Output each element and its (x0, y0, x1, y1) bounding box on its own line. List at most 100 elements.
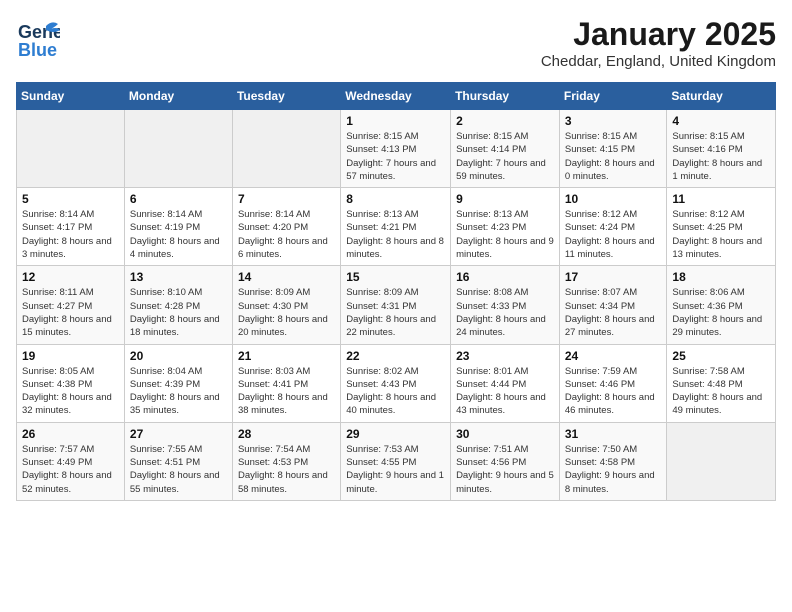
day-cell: 22 Sunrise: 8:02 AM Sunset: 4:43 PM Dayli… (341, 344, 451, 422)
day-cell: 9Sunrise: 8:13 AM Sunset: 4:23 PM Daylig… (451, 188, 560, 266)
day-info: Sunrise: 8:15 AM Sunset: 4:14 PM Dayligh… (456, 130, 554, 183)
day-number: 11 (672, 192, 770, 206)
day-number: 3 (565, 114, 662, 128)
day-cell: 30 Sunrise: 7:51 AM Sunset: 4:56 PM Dayli… (451, 422, 560, 500)
day-info: Sunrise: 8:07 AM Sunset: 4:34 PM Dayligh… (565, 286, 662, 339)
day-cell: 4 Sunrise: 8:15 AM Sunset: 4:16 PM Daylig… (667, 110, 776, 188)
day-number: 18 (672, 270, 770, 284)
day-number: 30 (456, 427, 554, 441)
day-cell: 15 Sunrise: 8:09 AM Sunset: 4:31 PM Dayli… (341, 266, 451, 344)
day-cell: 13Sunrise: 8:10 AM Sunset: 4:28 PM Dayli… (124, 266, 232, 344)
weekday-header-tuesday: Tuesday (232, 83, 340, 110)
day-number: 25 (672, 349, 770, 363)
day-info: Sunrise: 7:57 AM Sunset: 4:49 PM Dayligh… (22, 443, 119, 496)
day-info: Sunrise: 8:08 AM Sunset: 4:33 PM Dayligh… (456, 286, 554, 339)
week-row-5: 26Sunrise: 7:57 AM Sunset: 4:49 PM Dayli… (17, 422, 776, 500)
day-number: 5 (22, 192, 119, 206)
day-number: 16 (456, 270, 554, 284)
day-number: 2 (456, 114, 554, 128)
day-info: Sunrise: 8:05 AM Sunset: 4:38 PM Dayligh… (22, 365, 119, 418)
day-cell (124, 110, 232, 188)
day-info: Sunrise: 7:51 AM Sunset: 4:56 PM Dayligh… (456, 443, 554, 496)
day-info: Sunrise: 8:14 AM Sunset: 4:19 PM Dayligh… (130, 208, 227, 261)
svg-text:Blue: Blue (18, 40, 57, 60)
day-cell: 25 Sunrise: 7:58 AM Sunset: 4:48 PM Dayli… (667, 344, 776, 422)
day-info: Sunrise: 8:03 AM Sunset: 4:41 PM Dayligh… (238, 365, 335, 418)
day-info: Sunrise: 8:09 AM Sunset: 4:31 PM Dayligh… (346, 286, 445, 339)
day-cell: 19 Sunrise: 8:05 AM Sunset: 4:38 PM Dayli… (17, 344, 125, 422)
day-info: Sunrise: 8:10 AM Sunset: 4:28 PM Dayligh… (130, 286, 227, 339)
weekday-header-sunday: Sunday (17, 83, 125, 110)
day-cell: 5 Sunrise: 8:14 AM Sunset: 4:17 PM Daylig… (17, 188, 125, 266)
day-number: 23 (456, 349, 554, 363)
day-info: Sunrise: 8:12 AM Sunset: 4:24 PM Dayligh… (565, 208, 662, 261)
day-info: Sunrise: 7:50 AM Sunset: 4:58 PM Dayligh… (565, 443, 662, 496)
week-row-2: 5 Sunrise: 8:14 AM Sunset: 4:17 PM Daylig… (17, 188, 776, 266)
page-header: General Blue January 2025 Cheddar, Engla… (16, 16, 776, 70)
day-cell: 18Sunrise: 8:06 AM Sunset: 4:36 PM Dayli… (667, 266, 776, 344)
weekday-header-saturday: Saturday (667, 83, 776, 110)
day-cell: 1Sunrise: 8:15 AM Sunset: 4:13 PM Daylig… (341, 110, 451, 188)
day-cell: 12 Sunrise: 8:11 AM Sunset: 4:27 PM Dayli… (17, 266, 125, 344)
day-cell: 7 Sunrise: 8:14 AM Sunset: 4:20 PM Daylig… (232, 188, 340, 266)
day-number: 29 (346, 427, 445, 441)
day-cell: 29 Sunrise: 7:53 AM Sunset: 4:55 PM Dayli… (341, 422, 451, 500)
day-info: Sunrise: 8:04 AM Sunset: 4:39 PM Dayligh… (130, 365, 227, 418)
day-number: 19 (22, 349, 119, 363)
day-number: 6 (130, 192, 227, 206)
month-title: January 2025 (541, 16, 776, 53)
weekday-header-monday: Monday (124, 83, 232, 110)
day-cell: 16 Sunrise: 8:08 AM Sunset: 4:33 PM Dayli… (451, 266, 560, 344)
day-cell: 21 Sunrise: 8:03 AM Sunset: 4:41 PM Dayli… (232, 344, 340, 422)
logo: General Blue (16, 16, 60, 60)
day-number: 28 (238, 427, 335, 441)
day-cell: 24 Sunrise: 7:59 AM Sunset: 4:46 PM Dayli… (559, 344, 667, 422)
logo-icon: General Blue (16, 16, 60, 60)
day-cell: 3 Sunrise: 8:15 AM Sunset: 4:15 PM Daylig… (559, 110, 667, 188)
day-number: 27 (130, 427, 227, 441)
day-number: 17 (565, 270, 662, 284)
day-info: Sunrise: 8:01 AM Sunset: 4:44 PM Dayligh… (456, 365, 554, 418)
week-row-1: 1Sunrise: 8:15 AM Sunset: 4:13 PM Daylig… (17, 110, 776, 188)
calendar-table: SundayMondayTuesdayWednesdayThursdayFrid… (16, 82, 776, 501)
title-block: January 2025 Cheddar, England, United Ki… (541, 16, 776, 70)
day-cell: 17 Sunrise: 8:07 AM Sunset: 4:34 PM Dayli… (559, 266, 667, 344)
day-info: Sunrise: 8:15 AM Sunset: 4:15 PM Dayligh… (565, 130, 662, 183)
day-number: 7 (238, 192, 335, 206)
weekday-header-wednesday: Wednesday (341, 83, 451, 110)
day-number: 1 (346, 114, 445, 128)
day-info: Sunrise: 7:55 AM Sunset: 4:51 PM Dayligh… (130, 443, 227, 496)
day-cell: 31 Sunrise: 7:50 AM Sunset: 4:58 PM Dayli… (559, 422, 667, 500)
day-cell (17, 110, 125, 188)
day-number: 4 (672, 114, 770, 128)
day-number: 20 (130, 349, 227, 363)
day-number: 22 (346, 349, 445, 363)
day-info: Sunrise: 8:11 AM Sunset: 4:27 PM Dayligh… (22, 286, 119, 339)
day-info: Sunrise: 8:09 AM Sunset: 4:30 PM Dayligh… (238, 286, 335, 339)
week-row-3: 12 Sunrise: 8:11 AM Sunset: 4:27 PM Dayli… (17, 266, 776, 344)
weekday-header-row: SundayMondayTuesdayWednesdayThursdayFrid… (17, 83, 776, 110)
day-number: 21 (238, 349, 335, 363)
day-cell: 10Sunrise: 8:12 AM Sunset: 4:24 PM Dayli… (559, 188, 667, 266)
day-cell: 23 Sunrise: 8:01 AM Sunset: 4:44 PM Dayli… (451, 344, 560, 422)
day-cell: 2 Sunrise: 8:15 AM Sunset: 4:14 PM Daylig… (451, 110, 560, 188)
day-cell (667, 422, 776, 500)
day-cell: 28 Sunrise: 7:54 AM Sunset: 4:53 PM Dayli… (232, 422, 340, 500)
day-number: 15 (346, 270, 445, 284)
day-info: Sunrise: 7:54 AM Sunset: 4:53 PM Dayligh… (238, 443, 335, 496)
day-info: Sunrise: 8:13 AM Sunset: 4:21 PM Dayligh… (346, 208, 445, 261)
day-info: Sunrise: 8:14 AM Sunset: 4:20 PM Dayligh… (238, 208, 335, 261)
day-number: 31 (565, 427, 662, 441)
day-number: 12 (22, 270, 119, 284)
day-info: Sunrise: 8:15 AM Sunset: 4:16 PM Dayligh… (672, 130, 770, 183)
day-cell: 11Sunrise: 8:12 AM Sunset: 4:25 PM Dayli… (667, 188, 776, 266)
day-info: Sunrise: 7:59 AM Sunset: 4:46 PM Dayligh… (565, 365, 662, 418)
day-info: Sunrise: 7:53 AM Sunset: 4:55 PM Dayligh… (346, 443, 445, 496)
day-info: Sunrise: 8:02 AM Sunset: 4:43 PM Dayligh… (346, 365, 445, 418)
day-info: Sunrise: 8:14 AM Sunset: 4:17 PM Dayligh… (22, 208, 119, 261)
day-cell (232, 110, 340, 188)
day-number: 14 (238, 270, 335, 284)
day-info: Sunrise: 7:58 AM Sunset: 4:48 PM Dayligh… (672, 365, 770, 418)
day-number: 24 (565, 349, 662, 363)
day-number: 9 (456, 192, 554, 206)
